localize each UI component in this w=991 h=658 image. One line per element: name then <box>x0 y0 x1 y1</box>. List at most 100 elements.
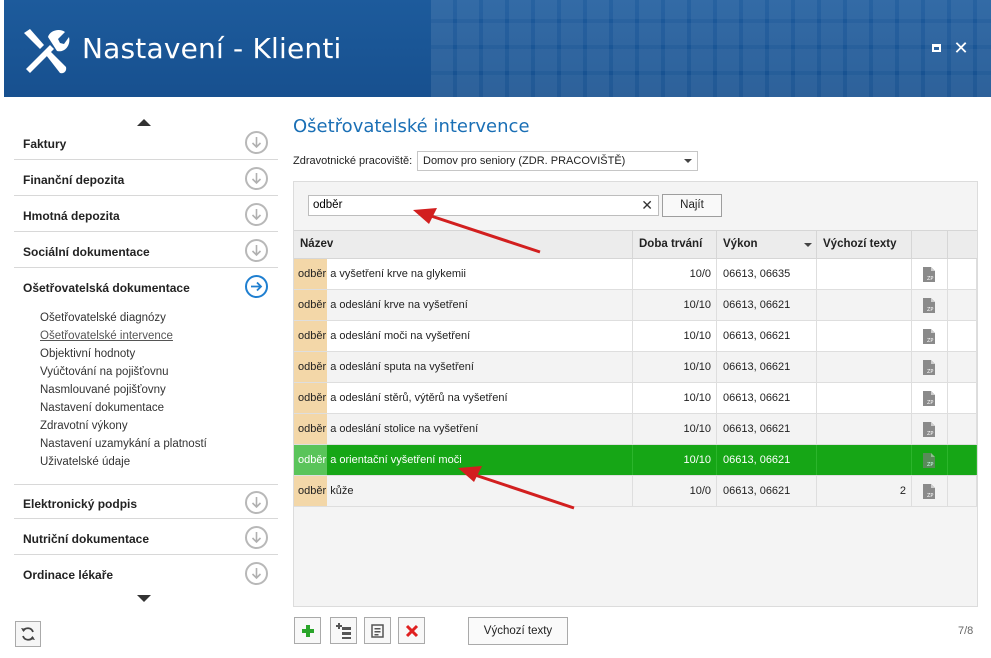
chevron-down-circle-icon <box>245 203 268 226</box>
cell-vykon: 06613, 06621 <box>717 352 817 382</box>
refresh-icon <box>21 627 35 641</box>
sidebar-section-hmotna-depozita[interactable]: Hmotná depozita <box>14 197 278 232</box>
document-zp-icon[interactable]: ZP <box>923 329 935 344</box>
sidebar-section-label: Hmotná depozita <box>23 209 120 223</box>
column-header-name[interactable]: Název <box>294 231 633 259</box>
table-row[interactable]: odběr a odeslání stolice na vyšetření 10… <box>294 414 977 445</box>
svg-text:ZP: ZP <box>927 276 933 282</box>
default-texts-button[interactable]: Výchozí texty <box>468 617 568 645</box>
table-row[interactable]: odběr a odeslání krve na vyšetření 10/10… <box>294 290 977 321</box>
document-zp-icon[interactable]: ZP <box>923 484 935 499</box>
cell-default-texts <box>817 445 912 475</box>
page-title: Ošetřovatelské intervence <box>293 116 530 137</box>
cell-duration: 10/0 <box>633 259 717 289</box>
plus-icon <box>302 625 314 637</box>
sidebar-section-label: Elektronický podpis <box>23 497 138 511</box>
document-zp-icon[interactable]: ZP <box>923 360 935 375</box>
table-row[interactable]: odběr a vyšetření krve na glykemii 10/0 … <box>294 259 977 290</box>
add-sub-item-button[interactable] <box>330 617 357 644</box>
cell-vykon: 06613, 06621 <box>717 383 817 413</box>
scroll-down-icon[interactable] <box>137 595 151 602</box>
sidebar-section-osetrovatelska-dokumentace[interactable]: Ošetřovatelská dokumentace <box>14 269 278 304</box>
chevron-down-icon <box>684 159 692 163</box>
workplace-select[interactable]: Domov pro seniory (ZDR. PRACOVIŠTĚ) <box>417 151 698 171</box>
close-button[interactable]: ✕ <box>953 38 969 58</box>
cell-name: odběr kůže <box>294 476 633 506</box>
cell-duration: 10/10 <box>633 414 717 444</box>
cell-doc: ZP <box>912 352 948 382</box>
sidebar-item-osetrovatelske-diagnozy[interactable]: Ošetřovatelské diagnózy <box>40 309 207 327</box>
delete-button[interactable] <box>398 617 425 644</box>
document-zp-icon[interactable]: ZP <box>923 422 935 437</box>
close-icon: ✕ <box>953 38 969 58</box>
workplace-select-value: Domov pro seniory (ZDR. PRACOVIŠTĚ) <box>423 155 626 167</box>
sidebar-item-nastaveni-uzamykani[interactable]: Nastavení uzamykání a platností <box>40 435 207 453</box>
document-zp-icon[interactable]: ZP <box>923 453 935 468</box>
chevron-down-circle-icon <box>245 167 268 190</box>
refresh-button[interactable] <box>15 621 41 647</box>
cell-doc: ZP <box>912 476 948 506</box>
column-header-vykon-label: Výkon <box>723 238 758 250</box>
cell-name-rest: a odeslání krve na vyšetření <box>327 299 468 311</box>
maximize-icon <box>932 44 941 52</box>
table-row[interactable]: odběr a odeslání moči na vyšetření 10/10… <box>294 321 977 352</box>
sidebar-item-vyuctovani[interactable]: Vyúčtování na pojišťovnu <box>40 363 207 381</box>
sidebar-section-nutricni-dokumentace[interactable]: Nutriční dokumentace <box>14 520 278 555</box>
search-highlight: odběr <box>294 414 328 444</box>
cell-end <box>948 290 977 320</box>
window-title: Nastavení - Klienti <box>82 32 342 65</box>
table-row[interactable]: odběr a odeslání sputa na vyšetření 10/1… <box>294 352 977 383</box>
tools-icon <box>24 29 70 74</box>
search-highlight: odběr <box>294 290 328 320</box>
search-box: ✕ <box>308 195 659 216</box>
sidebar-section-label: Nutriční dokumentace <box>23 532 150 546</box>
table-row[interactable]: odběr a odeslání stěrů, výtěrů na vyšetř… <box>294 383 977 414</box>
search-highlight: odběr <box>294 383 328 413</box>
sidebar-item-uzivatelske-udaje[interactable]: Uživatelské údaje <box>40 453 207 471</box>
sidebar-item-nastaveni-dokumentace[interactable]: Nastavení dokumentace <box>40 399 207 417</box>
sidebar-section-socialni-dokumentace[interactable]: Sociální dokumentace <box>14 233 278 268</box>
cell-doc: ZP <box>912 259 948 289</box>
cell-duration: 10/10 <box>633 445 717 475</box>
search-input[interactable] <box>313 199 633 211</box>
add-sub-item-icon <box>336 623 351 639</box>
sidebar-section-financni-depozita[interactable]: Finanční depozita <box>14 161 278 196</box>
sidebar-section-elektronicky-podpis[interactable]: Elektronický podpis <box>14 484 278 519</box>
sidebar-item-zdravotni-vykony[interactable]: Zdravotní výkony <box>40 417 207 435</box>
find-button[interactable]: Najít <box>662 194 722 217</box>
sidebar-section-faktury[interactable]: Faktury <box>14 125 278 160</box>
cell-doc: ZP <box>912 290 948 320</box>
sidebar-section-label: Ošetřovatelská dokumentace <box>23 281 190 295</box>
document-zp-icon[interactable]: ZP <box>923 391 935 406</box>
cell-vykon: 06613, 06621 <box>717 414 817 444</box>
document-zp-icon[interactable]: ZP <box>923 298 935 313</box>
cell-vykon: 06613, 06621 <box>717 445 817 475</box>
cell-vykon: 06613, 06635 <box>717 259 817 289</box>
workplace-label: Zdravotnické pracoviště: <box>293 155 413 167</box>
column-header-duration[interactable]: Doba trvání <box>633 231 717 259</box>
sidebar-item-osetrovatelske-intervence[interactable]: Ošetřovatelské intervence <box>40 327 207 345</box>
document-zp-icon[interactable]: ZP <box>923 267 935 282</box>
column-header-default-texts[interactable]: Výchozí texty <box>817 231 912 259</box>
cell-duration: 10/10 <box>633 383 717 413</box>
table-row-selected[interactable]: odběr a orientační vyšetření moči 10/10 … <box>294 445 977 476</box>
edit-button[interactable] <box>364 617 391 644</box>
maximize-button[interactable] <box>929 40 945 56</box>
cell-doc: ZP <box>912 321 948 351</box>
cell-end <box>948 445 977 475</box>
cell-name: odběr a odeslání stolice na vyšetření <box>294 414 633 444</box>
cell-end <box>948 476 977 506</box>
chevron-down-circle-icon <box>245 562 268 585</box>
sidebar-item-nasmlouvane-pojistovny[interactable]: Nasmlouvané pojišťovny <box>40 381 207 399</box>
clear-search-icon[interactable]: ✕ <box>641 197 653 214</box>
add-button[interactable] <box>294 617 321 644</box>
chevron-down-circle-icon <box>245 131 268 154</box>
pager: 7/8 <box>958 625 974 637</box>
cell-name: odběr a orientační vyšetření moči <box>294 445 633 475</box>
cell-vykon: 06613, 06621 <box>717 321 817 351</box>
column-header-vykon[interactable]: Výkon <box>717 231 817 259</box>
sidebar-item-objektivni-hodnoty[interactable]: Objektivní hodnoty <box>40 345 207 363</box>
table-header: Název Doba trvání Výkon Výchozí texty <box>294 230 977 259</box>
sidebar-section-ordinace-lekare[interactable]: Ordinace lékaře <box>14 556 278 591</box>
table-row[interactable]: odběr kůže 10/0 06613, 06621 2 ZP <box>294 476 977 507</box>
